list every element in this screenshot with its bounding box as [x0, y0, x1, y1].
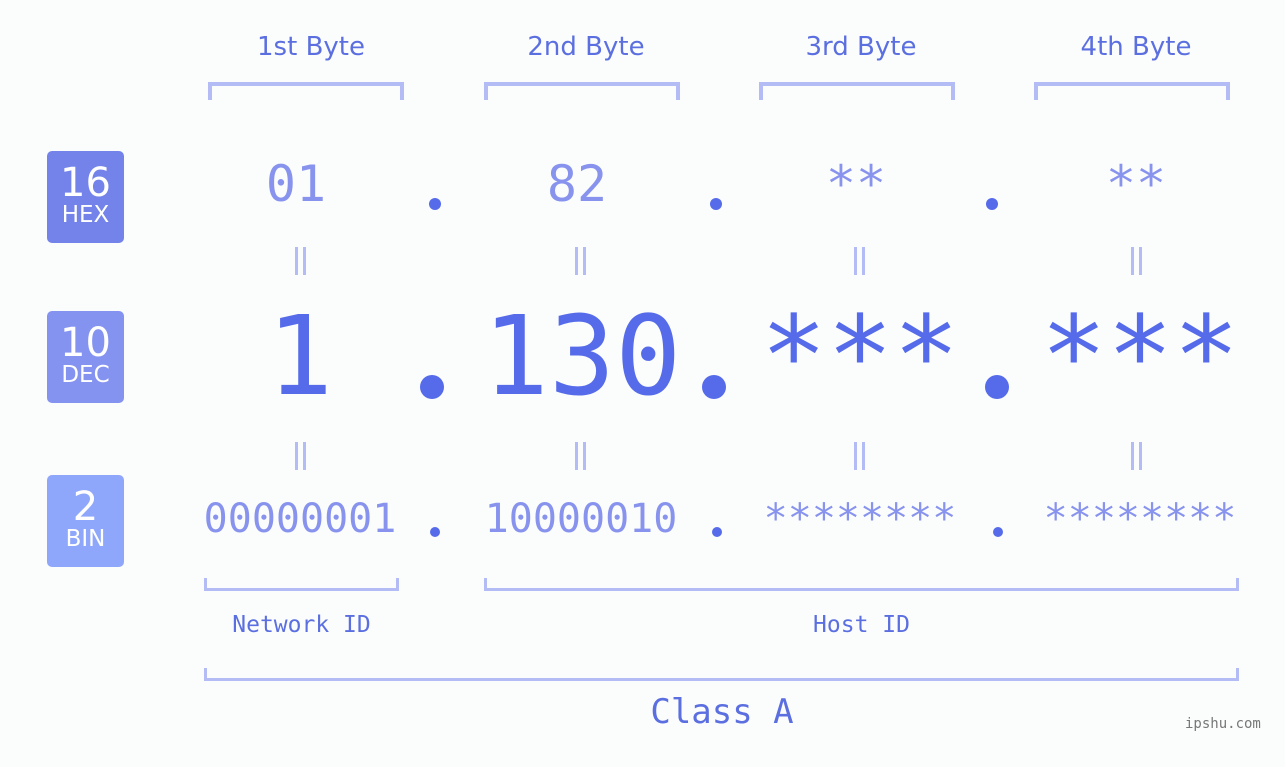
dec-byte-3: ***	[760, 292, 960, 420]
equals-icon	[852, 247, 866, 275]
byte-2-label: 2nd Byte	[527, 32, 645, 62]
host-id-label: Host ID	[813, 612, 910, 638]
hex-base-label: HEX	[61, 202, 110, 228]
hex-dot-2	[710, 198, 722, 210]
bin-dot-3	[993, 527, 1003, 537]
hex-badge: 16 HEX	[47, 151, 124, 243]
bin-byte-4: ********	[1043, 496, 1237, 542]
bin-byte-1: 00000001	[203, 496, 397, 542]
bin-badge: 2 BIN	[47, 475, 124, 567]
bin-base-label: BIN	[65, 526, 106, 552]
bin-dot-1	[430, 527, 440, 537]
hex-byte-2: 82	[546, 155, 608, 213]
byte-1-bracket	[208, 82, 404, 100]
host-id-bracket	[484, 578, 1239, 591]
bin-dot-2	[712, 527, 722, 537]
class-bracket	[204, 668, 1239, 681]
equals-icon	[852, 442, 866, 470]
byte-1-label: 1st Byte	[257, 32, 365, 62]
network-id-label: Network ID	[232, 612, 371, 638]
class-label: Class A	[650, 692, 794, 732]
hex-base-number: 16	[60, 160, 111, 206]
equals-icon	[1129, 442, 1143, 470]
dec-dot-2	[702, 375, 726, 399]
dec-byte-1: 1	[266, 292, 334, 420]
bin-base-number: 2	[72, 484, 99, 530]
equals-icon	[573, 247, 587, 275]
dec-badge: 10 DEC	[47, 311, 124, 403]
equals-icon	[293, 247, 307, 275]
bin-byte-3: ********	[763, 496, 957, 542]
byte-4-label: 4th Byte	[1080, 32, 1192, 62]
hex-byte-4: **	[1105, 155, 1167, 213]
equals-icon	[573, 442, 587, 470]
dec-base-label: DEC	[61, 362, 110, 388]
dec-dot-1	[420, 375, 444, 399]
hex-byte-3: **	[825, 155, 887, 213]
dec-dot-3	[985, 375, 1009, 399]
equals-icon	[293, 442, 307, 470]
equals-icon	[1129, 247, 1143, 275]
hex-byte-1: 01	[265, 155, 327, 213]
byte-3-label: 3rd Byte	[805, 32, 917, 62]
byte-4-bracket	[1034, 82, 1230, 100]
bin-byte-2: 10000010	[484, 496, 678, 542]
hex-dot-1	[429, 198, 441, 210]
dec-byte-4: ***	[1040, 292, 1240, 420]
dec-byte-2: 130	[482, 292, 682, 420]
hex-dot-3	[986, 198, 998, 210]
byte-3-bracket	[759, 82, 955, 100]
watermark: ipshu.com	[1185, 716, 1261, 732]
network-id-bracket	[204, 578, 399, 591]
byte-2-bracket	[484, 82, 680, 100]
dec-base-number: 10	[60, 320, 111, 366]
